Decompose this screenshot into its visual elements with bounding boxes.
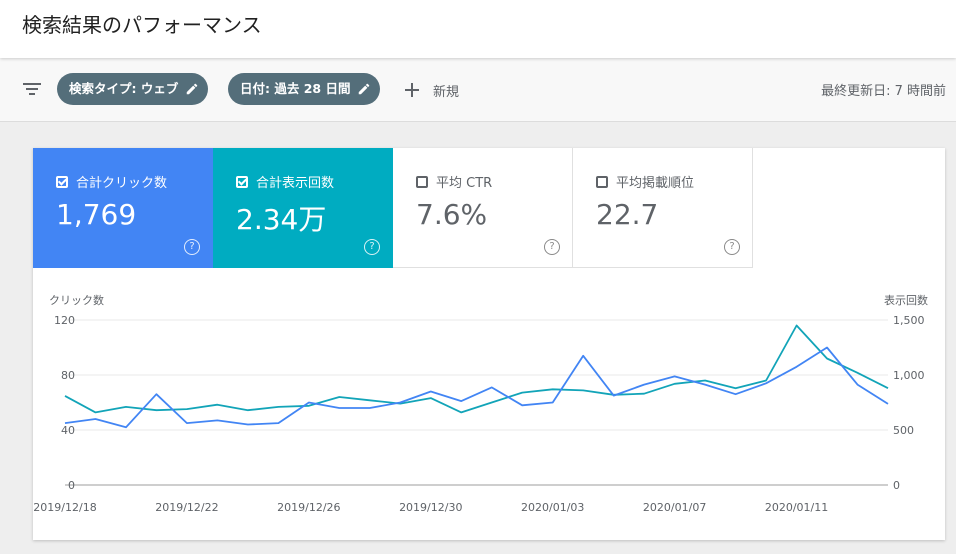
y-left-tick-label: 40 [61,424,75,437]
x-tick-label: 2019/12/26 [277,501,340,514]
metric-average-ctr[interactable]: 平均 CTR 7.6% ? [393,148,573,268]
help-icon[interactable]: ? [184,239,200,255]
checkbox-checked-icon[interactable] [56,175,68,188]
search-type-chip-label: 検索タイプ: ウェブ [69,81,179,96]
metric-label: 合計表示回数 [256,176,335,191]
add-new-filter-button[interactable]: 新規 [403,78,459,102]
metric-value: 2.34万 [236,203,327,236]
y-left-tick-label: 120 [54,314,75,327]
x-tick-label: 2019/12/22 [155,501,218,514]
last-updated-text: 最終更新日: 7 時間前 [821,84,946,99]
y-right-axis-label: 表示回数 [884,293,928,307]
metric-label: 合計クリック数 [76,176,168,191]
help-icon[interactable]: ? [544,239,560,255]
help-icon[interactable]: ? [364,239,380,255]
performance-line-chart: クリック数 表示回数 120 1,500 80 1,000 40 500 0 0 2019/12… [33,293,928,514]
y-left-tick-label: 80 [61,369,75,382]
edit-pencil-icon[interactable] [185,82,199,96]
metric-value: 1,769 [56,198,137,231]
y-right-tick-label: 1,000 [893,369,925,382]
y-right-tick-label: 500 [893,424,914,437]
plus-icon [405,83,419,97]
x-tick-label: 2020/01/07 [643,501,706,514]
y-left-axis-label: クリック数 [49,294,104,307]
metric-value: 7.6% [416,198,488,231]
search-type-filter-chip[interactable]: 検索タイプ: ウェブ [57,73,209,105]
help-icon[interactable]: ? [724,239,740,255]
date-range-filter-chip[interactable]: 日付: 過去 28 日間 [228,73,381,105]
metric-value: 22.7 [596,198,659,231]
filter-list-icon[interactable] [22,81,42,97]
filter-toolbar: 検索タイプ: ウェブ 日付: 過去 28 日間 新規 最終更新日: 7 時間前 [0,58,956,122]
y-left-tick-label: 0 [68,479,75,492]
checkbox-checked-icon[interactable] [236,175,248,188]
x-tick-label: 2020/01/03 [521,501,584,514]
impressions-series-line [64,324,889,414]
checkbox-unchecked-icon[interactable] [416,175,428,188]
metric-average-position[interactable]: 平均掲載順位 22.7 ? [573,148,753,268]
date-chip-label: 日付: 過去 28 日間 [240,81,351,96]
page-title: 検索結果のパフォーマンス [22,13,262,37]
y-right-tick-label: 0 [893,479,900,492]
metric-total-impressions[interactable]: 合計表示回数 2.34万 ? [213,148,393,268]
metric-label: 平均 CTR [436,176,493,191]
performance-card: 合計クリック数 1,769 ? 合計表示回数 2.34万 ? 平均 CTR 7.… [33,148,945,540]
x-tick-label: 2020/01/11 [765,501,828,514]
page-header: 検索結果のパフォーマンス [0,0,956,58]
checkbox-unchecked-icon[interactable] [596,175,608,188]
x-tick-label: 2019/12/30 [399,501,462,514]
new-filter-label: 新規 [433,84,460,100]
x-tick-label: 2019/12/18 [33,501,96,514]
clicks-series-line [64,346,889,429]
metric-label: 平均掲載順位 [616,176,695,191]
edit-pencil-icon[interactable] [357,82,371,96]
metric-total-clicks[interactable]: 合計クリック数 1,769 ? [33,148,213,268]
y-right-tick-label: 1,500 [893,314,925,327]
